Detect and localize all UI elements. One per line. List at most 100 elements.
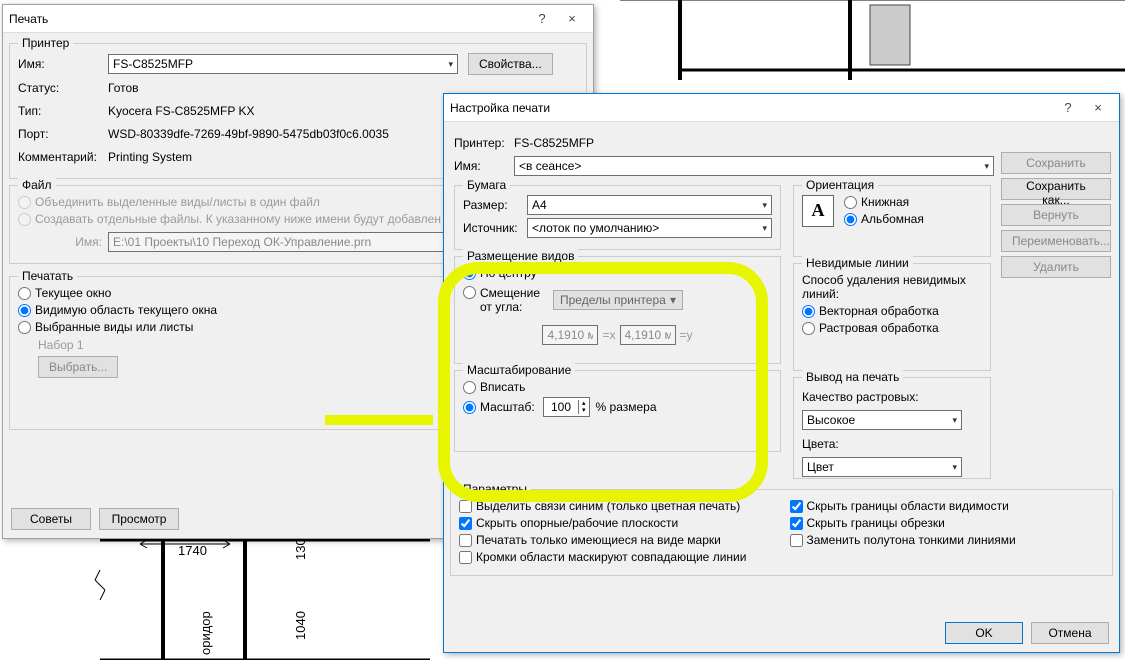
setup-dialog-titlebar[interactable]: Настройка печати ? × — [444, 94, 1119, 122]
tips-button[interactable]: Советы — [11, 508, 91, 530]
selected-sheets-radio[interactable]: Выбранные виды или листы — [18, 320, 436, 334]
raster-quality-label: Качество растровых: — [802, 390, 919, 404]
setup-printer-label: Принтер: — [454, 136, 514, 150]
room-label: оридор — [198, 611, 213, 655]
hidden-lines-group-title: Невидимые линии — [802, 256, 913, 270]
chevron-down-icon: ▾ — [670, 293, 676, 307]
placement-group: Размещение видов По центру Смещение от у… — [454, 256, 781, 364]
zoom-group-title: Масштабирование — [463, 363, 575, 377]
hide-scope-check[interactable]: Скрыть границы области видимости — [790, 499, 1105, 513]
hide-refplanes-check[interactable]: Скрыть опорные/рабочие плоскости — [459, 516, 774, 530]
paper-group-title: Бумага — [463, 178, 510, 192]
options-group-title: Параметры — [459, 482, 531, 496]
setup-dialog-title: Настройка печати — [450, 101, 1053, 115]
setup-ok-button[interactable]: OK — [945, 622, 1023, 644]
help-icon[interactable]: ? — [527, 9, 557, 29]
revert-button: Вернуть — [1001, 204, 1111, 226]
printer-group-title: Принтер — [18, 36, 73, 50]
offset-y-suffix: =y — [680, 328, 693, 342]
chevron-down-icon: ▾ — [984, 161, 989, 172]
vector-radio[interactable]: Векторная обработка — [802, 304, 982, 318]
status-label: Статус: — [18, 81, 108, 95]
type-label: Тип: — [18, 104, 108, 118]
offset-radio[interactable]: Смещение от угла: — [463, 286, 553, 314]
spin-down-icon[interactable]: ▾ — [579, 407, 589, 414]
portrait-radio[interactable]: Книжная — [844, 195, 924, 209]
status-value: Готов — [108, 81, 139, 95]
fit-radio[interactable]: Вписать — [463, 380, 772, 394]
blue-links-check[interactable]: Выделить связи синим (только цветная печ… — [459, 499, 774, 513]
orientation-group-title: Ориентация — [802, 178, 878, 192]
chevron-down-icon: ▾ — [952, 462, 957, 473]
comment-value: Printing System — [108, 150, 192, 164]
comment-label: Комментарий: — [18, 150, 108, 164]
printer-name-label: Имя: — [18, 57, 108, 71]
scale-radio[interactable]: Масштаб: — [463, 400, 543, 414]
preview-button[interactable]: Просмотр — [99, 508, 179, 530]
setup-name-select[interactable]: <в сеансе> ▾ — [514, 156, 994, 176]
paper-source-select[interactable]: <лоток по умолчанию>▾ — [527, 218, 772, 238]
spin-up-icon[interactable]: ▴ — [579, 400, 589, 407]
print-range-group: Печатать Текущее окно Видимую область те… — [9, 276, 445, 430]
save-as-button[interactable]: Сохранить как... — [1001, 178, 1111, 200]
port-label: Порт: — [18, 127, 108, 141]
current-window-radio[interactable]: Текущее окно — [18, 286, 436, 300]
paper-size-select[interactable]: A4▾ — [527, 195, 772, 215]
chevron-down-icon: ▾ — [762, 200, 767, 211]
only-marks-check[interactable]: Печатать только имеющиеся на виде марки — [459, 533, 774, 547]
mask-edges-check[interactable]: Кромки области маскируют совпадающие лин… — [459, 550, 774, 564]
placement-group-title: Размещение видов — [463, 249, 578, 263]
printer-name-select[interactable]: FS-C8525MFP ▾ — [108, 54, 458, 74]
close-icon[interactable]: × — [557, 9, 587, 29]
file-name-label: Имя: — [18, 235, 108, 249]
offset-x-input — [542, 325, 598, 345]
printer-properties-button[interactable]: Свойства... — [468, 53, 553, 75]
options-group: Параметры Выделить связи синим (только ц… — [450, 489, 1113, 576]
offset-limits-combo: Пределы принтера ▾ — [553, 290, 683, 310]
rename-button: Переименовать... — [1001, 230, 1111, 252]
raster-radio[interactable]: Растровая обработка — [802, 321, 982, 335]
set-label: Набор 1 — [38, 338, 436, 352]
landscape-radio[interactable]: Альбомная — [844, 212, 924, 226]
setup-printer-value: FS-C8525MFP — [514, 136, 594, 150]
setup-name-label: Имя: — [454, 156, 514, 176]
zoom-group: Масштабирование Вписать Масштаб: ▴▾ % ра… — [454, 370, 781, 452]
port-value: WSD-80339dfe-7269-49bf-9890-5475db03f0c6… — [108, 127, 389, 141]
print-dialog-title: Печать — [9, 12, 527, 26]
visible-area-radio[interactable]: Видимую область текущего окна — [18, 303, 436, 317]
close-icon[interactable]: × — [1083, 98, 1113, 118]
raster-quality-select[interactable]: Высокое▾ — [802, 410, 962, 430]
scale-suffix: % размера — [596, 400, 657, 414]
dimension-1740: 1740 — [178, 543, 207, 558]
select-button: Выбрать... — [38, 356, 118, 378]
paper-source-label: Источник: — [463, 221, 527, 235]
print-setup-dialog: Настройка печати ? × Принтер: FS-C8525MF… — [443, 93, 1120, 653]
orientation-icon: A — [802, 195, 834, 227]
offset-y-input — [620, 325, 676, 345]
hidden-method-label: Способ удаления невидимых линий: — [802, 273, 982, 301]
paper-size-label: Размер: — [463, 198, 527, 212]
output-group: Вывод на печать Качество растровых: Высо… — [793, 377, 991, 479]
scale-spinner[interactable]: ▴▾ — [543, 397, 590, 417]
setup-cancel-button[interactable]: Отмена — [1031, 622, 1109, 644]
colors-label: Цвета: — [802, 437, 839, 451]
chevron-down-icon: ▾ — [952, 415, 957, 426]
chevron-down-icon: ▾ — [448, 59, 453, 70]
file-group-title: Файл — [18, 178, 56, 192]
print-dialog-titlebar[interactable]: Печать ? × — [3, 5, 593, 33]
paper-group: Бумага Размер: A4▾ Источник: <лоток по у… — [454, 185, 781, 250]
halftone-check[interactable]: Заменить полутона тонкими линиями — [790, 533, 1105, 547]
orientation-group: Ориентация A Книжная Альбомная — [793, 185, 991, 257]
help-icon[interactable]: ? — [1053, 98, 1083, 118]
delete-button: Удалить — [1001, 256, 1111, 278]
center-radio[interactable]: По центру — [463, 266, 772, 280]
type-value: Kyocera FS-C8525MFP KX — [108, 104, 255, 118]
offset-x-suffix: =x — [602, 328, 615, 342]
dimension-1040: 1040 — [293, 611, 308, 640]
output-group-title: Вывод на печать — [802, 370, 903, 384]
chevron-down-icon: ▾ — [762, 223, 767, 234]
save-button: Сохранить — [1001, 152, 1111, 174]
hide-crop-check[interactable]: Скрыть границы обрезки — [790, 516, 1105, 530]
colors-select[interactable]: Цвет▾ — [802, 457, 962, 477]
scale-input[interactable] — [544, 398, 578, 416]
